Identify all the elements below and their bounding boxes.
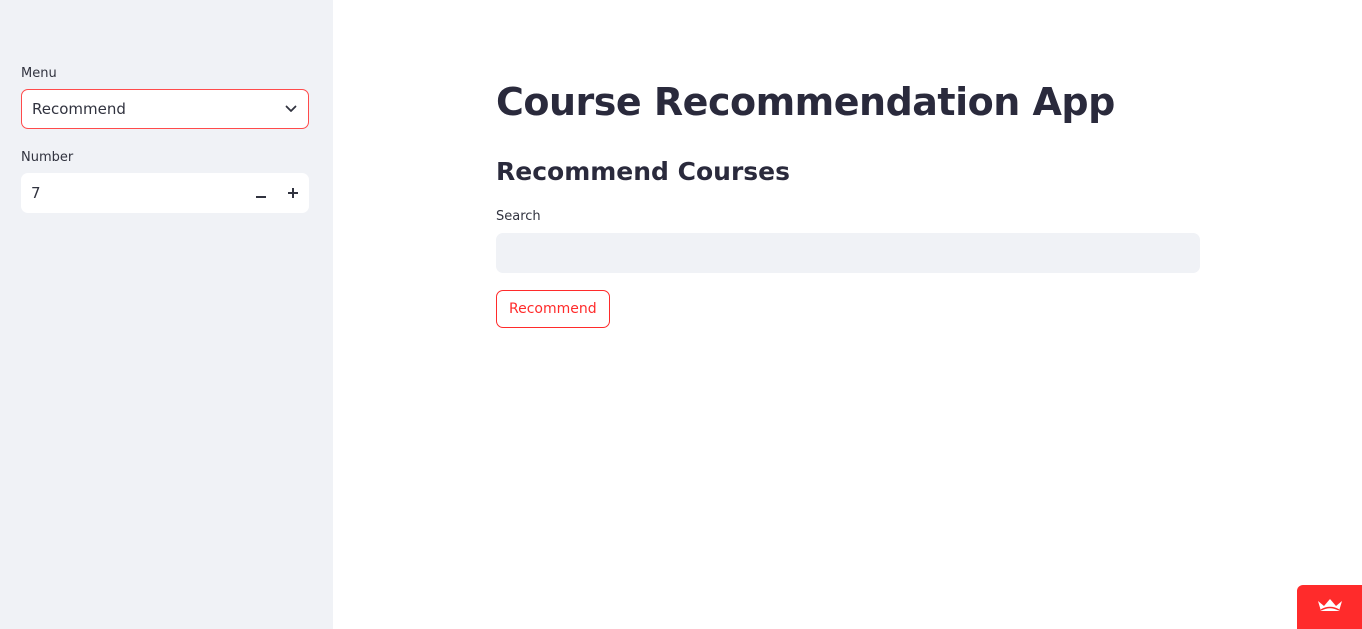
search-input[interactable] [496, 233, 1200, 273]
plus-icon [288, 186, 298, 201]
number-label: Number [21, 150, 74, 165]
menu-label: Menu [21, 66, 57, 81]
number-stepper [21, 173, 309, 213]
sidebar: Menu Recommend Number [0, 0, 333, 629]
decrement-button[interactable] [245, 173, 277, 213]
chevron-down-icon [284, 102, 298, 116]
recommend-button[interactable]: Recommend [496, 290, 610, 328]
menu-select[interactable]: Recommend [21, 89, 309, 129]
search-label: Search [496, 209, 541, 224]
streamlit-badge[interactable] [1297, 585, 1362, 629]
section-subheader: Recommend Courses [496, 157, 791, 186]
main-content: Course Recommendation App Recommend Cour… [333, 0, 1362, 629]
crown-icon [1317, 597, 1343, 617]
minus-icon [256, 186, 266, 201]
number-input[interactable] [21, 173, 245, 213]
menu-select-value: Recommend [32, 100, 126, 118]
increment-button[interactable] [277, 173, 309, 213]
page-title: Course Recommendation App [496, 80, 1115, 124]
